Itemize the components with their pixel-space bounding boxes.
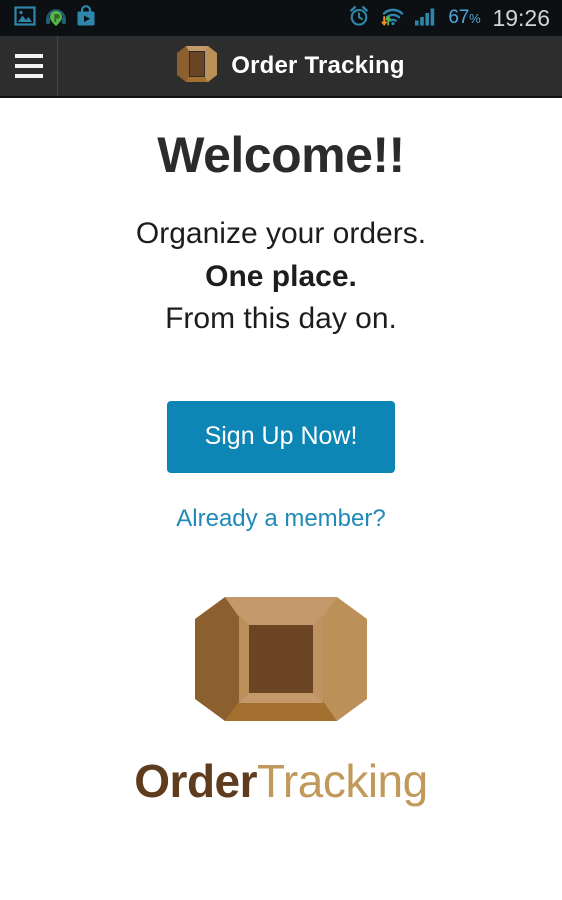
status-bar-left-icons <box>14 4 96 32</box>
tagline-line-2: One place. <box>205 259 357 293</box>
play-store-bag-icon <box>76 4 96 32</box>
status-bar: 67% 19:26 <box>0 0 562 36</box>
wordmark-order: Order <box>134 754 258 807</box>
battery-percentage: 67% <box>448 7 480 29</box>
app-bar: Order Tracking <box>0 36 562 98</box>
status-bar-right-icons: 67% 19:26 <box>348 5 550 32</box>
app-bar-branding: Order Tracking <box>58 38 522 95</box>
hamburger-bar-1 <box>14 54 43 58</box>
main-content: Welcome!! Organize your orders. One plac… <box>0 98 562 900</box>
alarm-clock-icon <box>348 5 370 32</box>
hamburger-bar-3 <box>14 74 43 78</box>
tagline-line-1: Organize your orders. <box>135 217 427 250</box>
page-title: Welcome!! <box>157 127 405 183</box>
sign-up-button[interactable]: Sign Up Now! <box>167 400 395 473</box>
signal-bars-icon <box>414 5 438 32</box>
percent-sign: % <box>469 11 481 26</box>
hamburger-bar-2 <box>14 64 43 68</box>
battery-value: 67 <box>448 7 470 28</box>
tagline-line-3: From this day on. <box>165 302 397 336</box>
wifi-data-transfer-icon <box>380 5 404 32</box>
brand-wordmark: OrderTracking <box>134 754 428 807</box>
tagline-block: Organize your orders. One place. From th… <box>136 213 426 341</box>
brand-logo-block: OrderTracking <box>134 571 428 807</box>
status-bar-clock: 19:26 <box>492 4 550 31</box>
order-tracking-box-logo <box>191 571 371 752</box>
already-a-member-link[interactable]: Already a member? <box>176 505 385 533</box>
order-tracking-box-icon <box>175 38 219 95</box>
hamburger-menu-icon[interactable] <box>0 36 58 96</box>
gallery-image-icon <box>14 5 36 32</box>
wordmark-tracking: Tracking <box>257 754 428 807</box>
app-bar-title: Order Tracking <box>231 52 405 79</box>
music-headphone-icon <box>45 5 67 32</box>
